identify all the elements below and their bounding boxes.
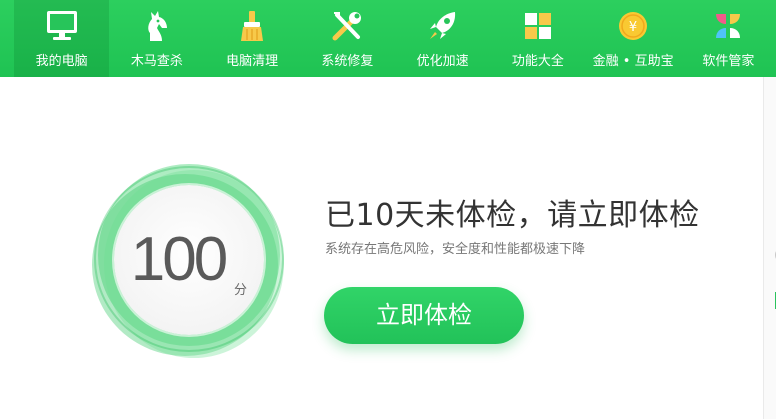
broom-icon bbox=[235, 9, 269, 43]
nav-item-finance[interactable]: ¥ 金融 • 互助宝 bbox=[586, 0, 681, 77]
nav-item-optimize[interactable]: 优化加速 bbox=[395, 0, 490, 77]
score-value: 100 bbox=[130, 225, 228, 294]
top-nav-bar: 我的电脑 木马查杀 电脑清理 系统修复 优化加速 功能大全 ¥ 金融 • 互助宝… bbox=[0, 0, 776, 77]
monitor-icon bbox=[45, 9, 79, 43]
nav-item-my-computer[interactable]: 我的电脑 bbox=[14, 0, 110, 77]
nav-label: 系统修复 bbox=[321, 54, 374, 69]
yen-coin-icon: ¥ bbox=[616, 9, 650, 43]
nav-label: 功能大全 bbox=[511, 54, 564, 69]
nav-label: 优化加速 bbox=[416, 54, 469, 69]
checkup-subtext: 系统存在高危风险，安全度和性能都极速下降 bbox=[325, 242, 586, 257]
score-unit: 分 bbox=[234, 283, 248, 298]
grid-icon bbox=[521, 9, 555, 43]
rocket-icon bbox=[426, 9, 460, 43]
nav-label: 金融 • 互助宝 bbox=[592, 54, 674, 69]
nav-label: 软件管家 bbox=[702, 54, 755, 69]
nav-label: 木马查杀 bbox=[130, 54, 183, 69]
nav-item-trojan-scan[interactable]: 木马查杀 bbox=[109, 0, 204, 77]
nav-label: 电脑清理 bbox=[226, 54, 279, 69]
nav-item-feature-center[interactable]: 功能大全 bbox=[490, 0, 585, 77]
nav-item-pc-cleanup[interactable]: 电脑清理 bbox=[205, 0, 300, 77]
petals-icon bbox=[711, 9, 745, 43]
checkup-headline: 已10天未体检，请立即体检 bbox=[325, 198, 700, 233]
nav-item-system-repair[interactable]: 系统修复 bbox=[300, 0, 395, 77]
check-now-button[interactable]: 立即体检 bbox=[324, 287, 524, 344]
horse-icon bbox=[140, 9, 174, 43]
svg-text:¥: ¥ bbox=[629, 20, 637, 35]
nav-label: 我的电脑 bbox=[35, 54, 88, 69]
score-circle: 100 分 bbox=[90, 162, 290, 362]
wrench-screwdriver-icon bbox=[330, 9, 364, 43]
nav-item-software-manager[interactable]: 软件管家 bbox=[681, 0, 776, 77]
side-panel-edge[interactable] bbox=[763, 77, 776, 419]
